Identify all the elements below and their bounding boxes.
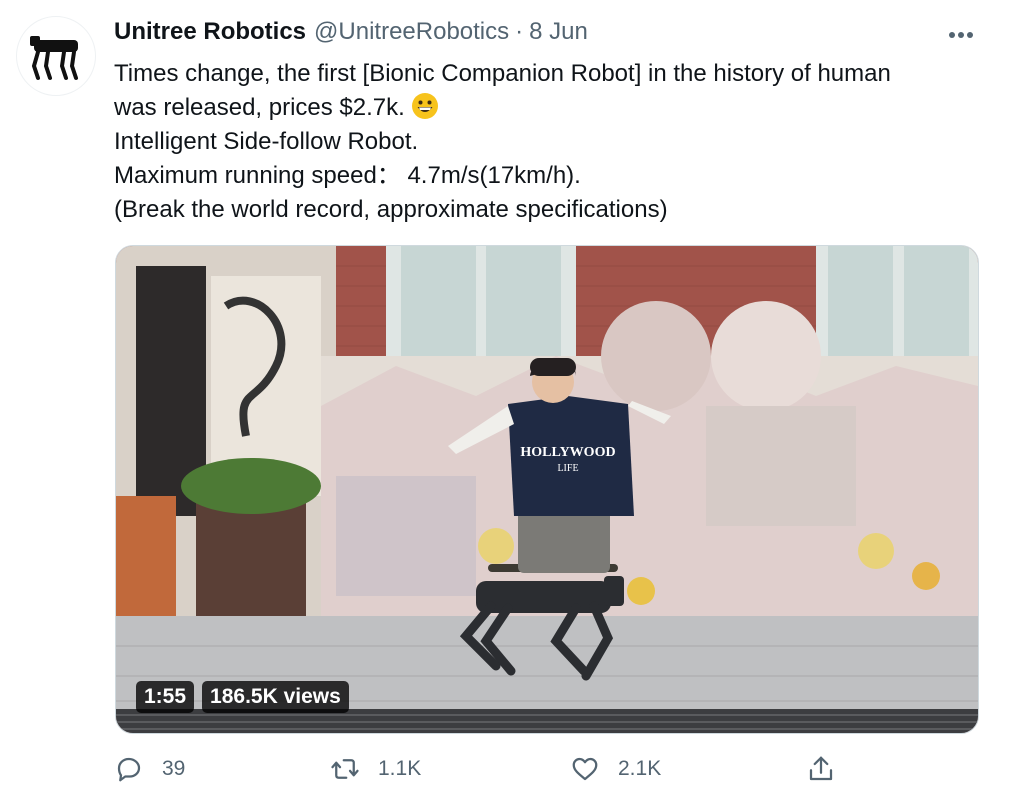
video-thumbnail: HOLLYWOOD LIFE [116, 246, 978, 733]
video-duration: 1:55 [136, 681, 195, 713]
tweet-text: Times change, the first [Bionic Companio… [114, 57, 994, 227]
like-button[interactable]: 2.1K [570, 748, 661, 790]
author-handle[interactable]: @UnitreeRobotics [314, 18, 509, 46]
tweet-text-line: Maximum running speed： 4.7m/s(17km/h). [114, 162, 581, 189]
share-icon [809, 756, 833, 781]
shirt-text-line2: LIFE [557, 463, 578, 474]
robot-dog-logo-icon [30, 36, 78, 80]
share-button[interactable] [806, 748, 836, 790]
reply-icon [117, 757, 141, 782]
video-view-count: 186.5K views [202, 681, 349, 713]
more-dots-icon [949, 32, 973, 38]
video-info-overlay: 1:55 186.5K views [136, 681, 349, 713]
retweet-button[interactable]: 1.1K [330, 748, 421, 790]
tweet-text-line: Times change, the first [Bionic Companio… [114, 60, 891, 87]
like-count: 2.1K [618, 757, 662, 780]
retweet-count: 1.1K [378, 757, 422, 780]
tweet-text-line: was released, prices $2.7k. [114, 94, 405, 121]
reply-button[interactable]: 39 [114, 748, 185, 790]
tweet-text-line: Intelligent Side-follow Robot. [114, 128, 419, 155]
retweet-icon [331, 759, 359, 779]
tweet-text-line: (Break the world record, approximate spe… [114, 196, 668, 223]
more-options-button[interactable] [944, 18, 978, 52]
shirt-text-line1: HOLLYWOOD [520, 445, 615, 460]
grinning-face-emoji-icon [411, 93, 438, 119]
tweet-header: Unitree Robotics @UnitreeRobotics · 8 Ju… [114, 18, 984, 52]
author-name[interactable]: Unitree Robotics [114, 18, 306, 46]
header-separator: · [515, 18, 524, 45]
tweet-date[interactable]: 8 Jun [529, 18, 588, 46]
author-avatar[interactable] [16, 16, 96, 96]
heart-icon [572, 757, 598, 781]
video-player[interactable]: HOLLYWOOD LIFE 1:55 186.5K views [115, 245, 979, 734]
tweet-text-line-with-emoji: was released, prices $2.7k. [114, 91, 994, 125]
reply-count: 39 [162, 757, 186, 780]
tweet-action-bar: 39 1.1K 2.1K [114, 748, 854, 790]
